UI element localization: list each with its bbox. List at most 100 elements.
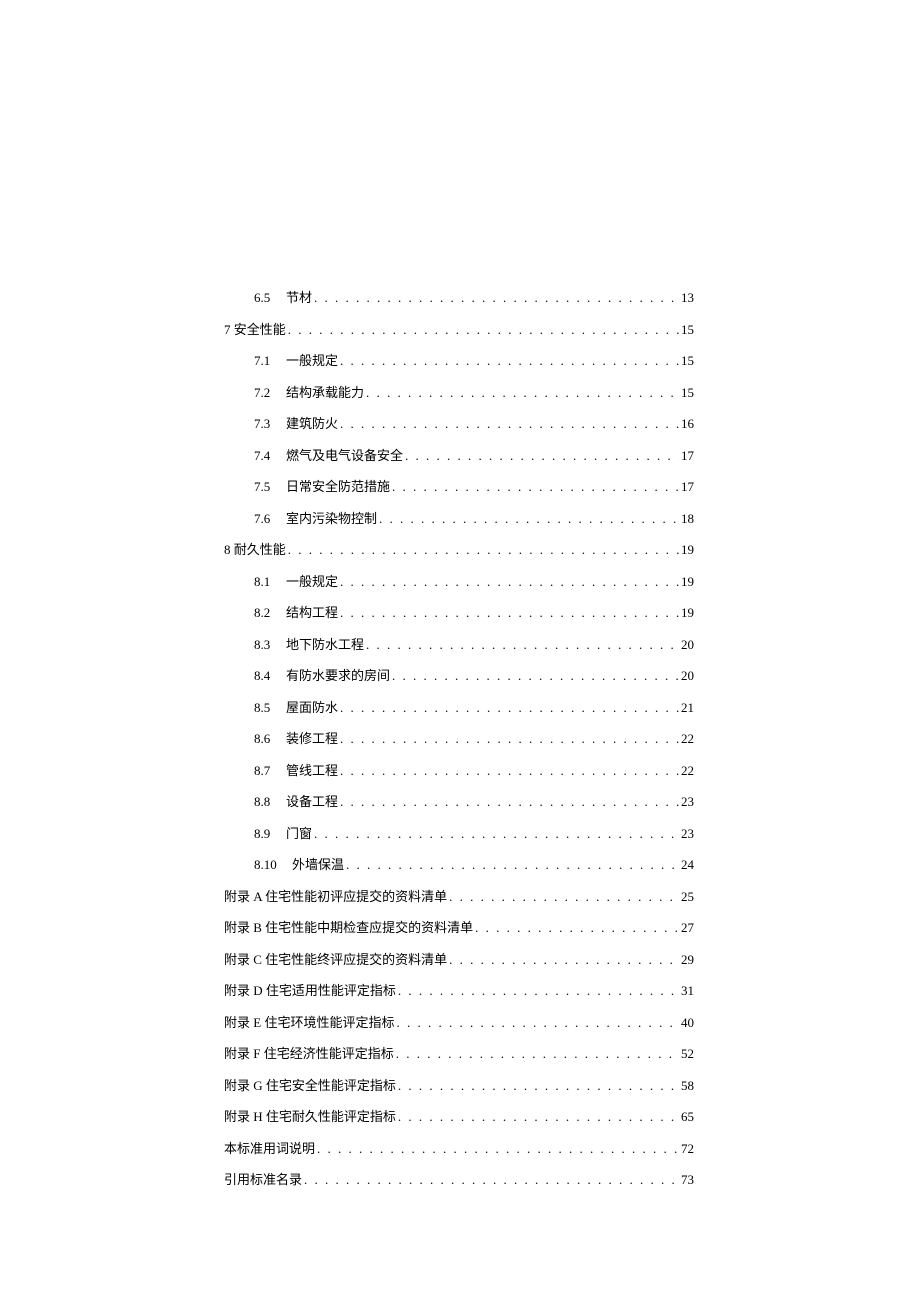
toc-entry: 附录 B 住宅性能中期检查应提交的资料清单 . . . . . . . . . … bbox=[224, 918, 694, 938]
toc-number: 8.6 bbox=[254, 729, 286, 749]
toc-page: 20 bbox=[679, 635, 694, 655]
toc-page: 65 bbox=[679, 1107, 694, 1127]
toc-dots: . . . . . . . . . . . . . . . . . . . . … bbox=[396, 981, 679, 1001]
toc-dots: . . . . . . . . . . . . . . . . . . . . … bbox=[338, 414, 679, 434]
toc-page: 15 bbox=[679, 383, 694, 403]
toc-entry: 8.1一般规定. . . . . . . . . . . . . . . . .… bbox=[224, 572, 694, 592]
toc-page: 25 bbox=[679, 887, 694, 907]
toc-dots: . . . . . . . . . . . . . . . . . . . . … bbox=[338, 603, 679, 623]
toc-appendix-title: 附录 E 住宅环境性能评定指标 bbox=[224, 1013, 394, 1033]
toc-entry: 附录 A 住宅性能初评应提交的资料清单 . . . . . . . . . . … bbox=[224, 887, 694, 907]
toc-title: 屋面防水 bbox=[286, 698, 338, 718]
toc-entry: 附录 C 住宅性能终评应提交的资料清单 . . . . . . . . . . … bbox=[224, 950, 694, 970]
toc-entry: 7.5日常安全防范措施. . . . . . . . . . . . . . .… bbox=[224, 477, 694, 497]
toc-page: 18 bbox=[679, 509, 694, 529]
toc-number: 8.4 bbox=[254, 666, 286, 686]
toc-number: 8.2 bbox=[254, 603, 286, 623]
toc-entry: 8.7管线工程. . . . . . . . . . . . . . . . .… bbox=[224, 761, 694, 781]
toc-title: 节材 bbox=[286, 288, 312, 308]
toc-number: 8.8 bbox=[254, 792, 286, 812]
toc-number: 7.5 bbox=[254, 477, 286, 497]
toc-appendix-title: 附录 C 住宅性能终评应提交的资料清单 bbox=[224, 950, 447, 970]
toc-appendix-title: 附录 A 住宅性能初评应提交的资料清单 bbox=[224, 887, 447, 907]
toc-entry: 引用标准名录. . . . . . . . . . . . . . . . . … bbox=[224, 1170, 694, 1190]
toc-entry: 附录 D 住宅适用性能评定指标 . . . . . . . . . . . . … bbox=[224, 981, 694, 1001]
toc-dots: . . . . . . . . . . . . . . . . . . . . … bbox=[338, 792, 679, 812]
toc-dots: . . . . . . . . . . . . . . . . . . . . … bbox=[338, 761, 679, 781]
toc-page: 17 bbox=[679, 446, 694, 466]
toc-number: 7.4 bbox=[254, 446, 286, 466]
toc-dots: . . . . . . . . . . . . . . . . . . . . … bbox=[312, 824, 679, 844]
toc-dots: . . . . . . . . . . . . . . . . . . . . … bbox=[364, 635, 679, 655]
toc-entry: 8.3地下防水工程. . . . . . . . . . . . . . . .… bbox=[224, 635, 694, 655]
toc-dots: . . . . . . . . . . . . . . . . . . . . … bbox=[447, 950, 679, 970]
toc-entry: 8.2结构工程. . . . . . . . . . . . . . . . .… bbox=[224, 603, 694, 623]
toc-entry: 附录 H 住宅耐久性能评定指标 . . . . . . . . . . . . … bbox=[224, 1107, 694, 1127]
toc-entry: 附录 F 住宅经济性能评定指标. . . . . . . . . . . . .… bbox=[224, 1044, 694, 1064]
toc-entry: 7.6室内污染物控制. . . . . . . . . . . . . . . … bbox=[224, 509, 694, 529]
toc-entry: 6.5节材. . . . . . . . . . . . . . . . . .… bbox=[224, 288, 694, 308]
toc-number: 7.6 bbox=[254, 509, 286, 529]
toc-number: 6.5 bbox=[254, 288, 286, 308]
toc-dots: . . . . . . . . . . . . . . . . . . . . … bbox=[312, 288, 679, 308]
toc-page: 22 bbox=[679, 729, 694, 749]
toc-page: 15 bbox=[679, 351, 694, 371]
toc-dots: . . . . . . . . . . . . . . . . . . . . … bbox=[338, 572, 679, 592]
toc-page: 31 bbox=[679, 981, 694, 1001]
toc-dots: . . . . . . . . . . . . . . . . . . . . … bbox=[390, 477, 679, 497]
toc-entry: 7 安全性能 . . . . . . . . . . . . . . . . .… bbox=[224, 320, 694, 340]
toc-number: 8.1 bbox=[254, 572, 286, 592]
toc-entry: 7.3建筑防火. . . . . . . . . . . . . . . . .… bbox=[224, 414, 694, 434]
toc-dots: . . . . . . . . . . . . . . . . . . . . … bbox=[315, 1139, 679, 1159]
toc-title: 装修工程 bbox=[286, 729, 338, 749]
toc-number: 8.3 bbox=[254, 635, 286, 655]
toc-page: 23 bbox=[679, 792, 694, 812]
toc-number: 8.10 bbox=[254, 855, 292, 875]
toc-entry: 8.10外墙保温. . . . . . . . . . . . . . . . … bbox=[224, 855, 694, 875]
toc-number: 7.2 bbox=[254, 383, 286, 403]
toc-entry: 8.5屋面防水. . . . . . . . . . . . . . . . .… bbox=[224, 698, 694, 718]
toc-entry: 8.9门窗. . . . . . . . . . . . . . . . . .… bbox=[224, 824, 694, 844]
toc-title: 地下防水工程 bbox=[286, 635, 364, 655]
toc-dots: . . . . . . . . . . . . . . . . . . . . … bbox=[364, 383, 679, 403]
toc-entry: 7.4燃气及电气设备安全. . . . . . . . . . . . . . … bbox=[224, 446, 694, 466]
toc-title: 一般规定 bbox=[286, 572, 338, 592]
toc-entry: 附录 G 住宅安全性能评定指标 . . . . . . . . . . . . … bbox=[224, 1076, 694, 1096]
toc-page: 40 bbox=[679, 1013, 694, 1033]
toc-appendix-title: 附录 D 住宅适用性能评定指标 bbox=[224, 981, 396, 1001]
toc-page: 20 bbox=[679, 666, 694, 686]
toc-dots: . . . . . . . . . . . . . . . . . . . . … bbox=[302, 1170, 679, 1190]
toc-title: 结构承载能力 bbox=[286, 383, 364, 403]
toc-entry: 8.4有防水要求的房间. . . . . . . . . . . . . . .… bbox=[224, 666, 694, 686]
toc-title: 管线工程 bbox=[286, 761, 338, 781]
toc-page: 27 bbox=[679, 918, 694, 938]
toc-dots: . . . . . . . . . . . . . . . . . . . . … bbox=[344, 855, 679, 875]
toc-page: 24 bbox=[679, 855, 694, 875]
toc-dots: . . . . . . . . . . . . . . . . . . . . … bbox=[396, 1076, 679, 1096]
toc-dots: . . . . . . . . . . . . . . . . . . . . … bbox=[394, 1044, 679, 1064]
toc-dots: . . . . . . . . . . . . . . . . . . . . … bbox=[447, 887, 679, 907]
toc-number: 8.9 bbox=[254, 824, 286, 844]
toc-entry: 7.1一般规定. . . . . . . . . . . . . . . . .… bbox=[224, 351, 694, 371]
toc-dots: . . . . . . . . . . . . . . . . . . . . … bbox=[286, 320, 679, 340]
toc-entry: 本标准用词说明. . . . . . . . . . . . . . . . .… bbox=[224, 1139, 694, 1159]
toc-title: 结构工程 bbox=[286, 603, 338, 623]
toc-title: 外墙保温 bbox=[292, 855, 344, 875]
toc-entry: 8.6装修工程. . . . . . . . . . . . . . . . .… bbox=[224, 729, 694, 749]
toc-page: 52 bbox=[679, 1044, 694, 1064]
toc-number: 8.5 bbox=[254, 698, 286, 718]
toc-page: 58 bbox=[679, 1076, 694, 1096]
toc-title: 一般规定 bbox=[286, 351, 338, 371]
toc-page: 16 bbox=[679, 414, 694, 434]
toc-appendix-title: 附录 F 住宅经济性能评定指标 bbox=[224, 1044, 394, 1064]
toc-appendix-title: 本标准用词说明 bbox=[224, 1139, 315, 1159]
toc-page: 17 bbox=[679, 477, 694, 497]
toc-title: 门窗 bbox=[286, 824, 312, 844]
toc-page: 15 bbox=[679, 320, 694, 340]
toc-page: 19 bbox=[679, 603, 694, 623]
toc-appendix-title: 引用标准名录 bbox=[224, 1170, 302, 1190]
toc-dots: . . . . . . . . . . . . . . . . . . . . … bbox=[338, 351, 679, 371]
toc-entry: 8 耐久性能 . . . . . . . . . . . . . . . . .… bbox=[224, 540, 694, 560]
toc-title: 室内污染物控制 bbox=[286, 509, 377, 529]
toc-entry: 7.2结构承载能力. . . . . . . . . . . . . . . .… bbox=[224, 383, 694, 403]
